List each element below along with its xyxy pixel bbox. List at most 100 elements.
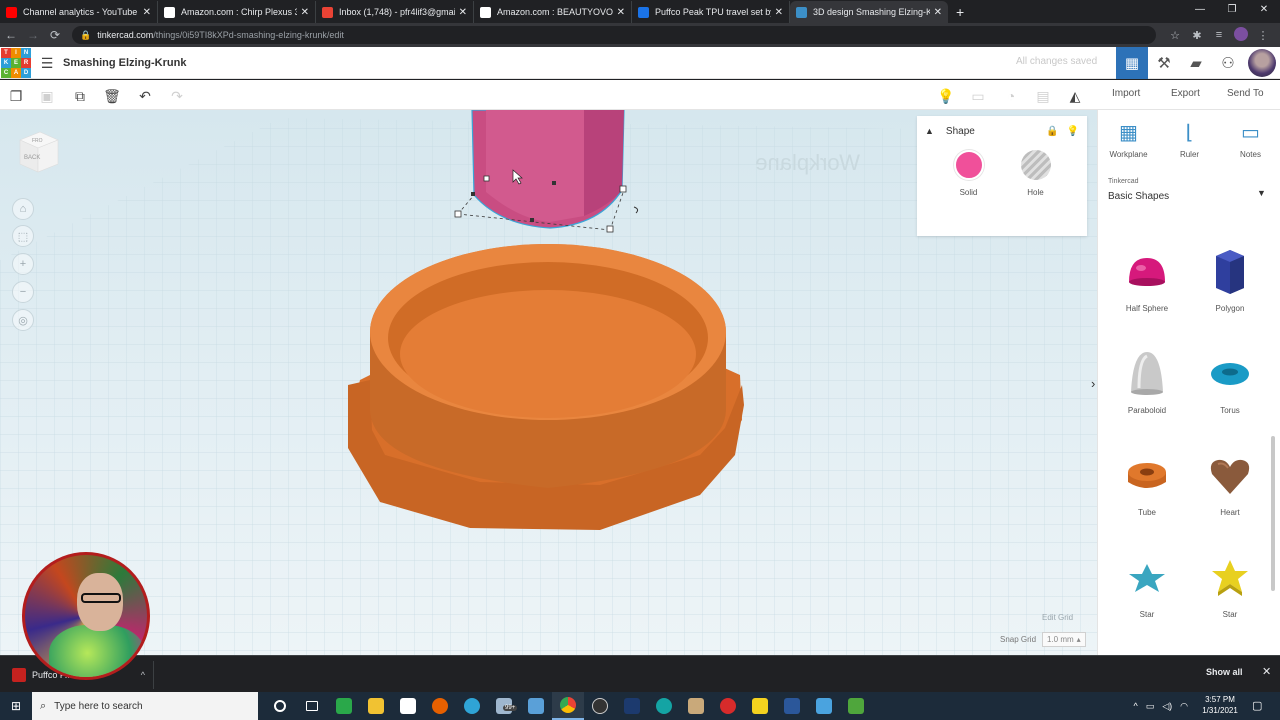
- paste-icon[interactable]: ▣: [36, 85, 58, 107]
- taskbar-search[interactable]: ⌕ Type here to search: [32, 692, 258, 720]
- media-player-icon[interactable]: [712, 692, 744, 720]
- forward-icon[interactable]: →: [22, 28, 44, 42]
- paint-icon[interactable]: [680, 692, 712, 720]
- undo-icon[interactable]: ↶: [134, 85, 156, 107]
- close-window-icon[interactable]: ✕: [1248, 0, 1280, 22]
- cricut-icon[interactable]: [648, 692, 680, 720]
- windows-start-icon[interactable]: ⊞: [0, 692, 32, 720]
- solid-color-swatch[interactable]: [953, 150, 984, 180]
- ultimaker-icon[interactable]: [840, 692, 872, 720]
- browser-tab-youtube[interactable]: Channel analytics - YouTube Stu ✕: [0, 1, 158, 23]
- edge-icon[interactable]: [456, 692, 488, 720]
- shape-star-blue[interactable]: Star: [1112, 552, 1182, 619]
- store-icon[interactable]: [392, 692, 424, 720]
- fit-view-icon[interactable]: ⬚: [12, 225, 34, 247]
- edit-grid-button[interactable]: Edit Grid: [1042, 613, 1073, 622]
- wifi-icon[interactable]: ◠: [1180, 701, 1188, 712]
- tinkercad-logo[interactable]: T I N K E R C A D: [1, 47, 31, 78]
- add-user-icon[interactable]: ⚇: [1212, 47, 1244, 79]
- duplicate-icon[interactable]: ⧉: [69, 85, 91, 107]
- redo-icon[interactable]: ↷: [166, 85, 188, 107]
- shape-tube[interactable]: Tube: [1112, 450, 1182, 517]
- zoom-in-icon[interactable]: +: [12, 253, 34, 275]
- volume-icon[interactable]: ◁): [1162, 701, 1172, 712]
- blocks-pickaxe-icon[interactable]: ⚒: [1148, 47, 1180, 79]
- reading-list-icon[interactable]: ≡: [1208, 29, 1230, 41]
- ruler-tool[interactable]: ⌊ Ruler: [1159, 120, 1220, 159]
- hole-option[interactable]: Hole: [1020, 150, 1051, 197]
- file-explorer-icon[interactable]: [360, 692, 392, 720]
- shape-heart[interactable]: Heart: [1195, 450, 1265, 517]
- word-icon[interactable]: [776, 692, 808, 720]
- address-bar[interactable]: 🔒 tinkercad.com/things/0i59TI8kXPd-smash…: [72, 26, 1156, 44]
- workplane-tool[interactable]: ▦ Workplane: [1098, 120, 1159, 159]
- obs-icon[interactable]: [584, 692, 616, 720]
- show-all-button[interactable]: Show all: [1206, 667, 1243, 677]
- cortana-icon[interactable]: [264, 692, 296, 720]
- close-tab-icon[interactable]: ✕: [459, 7, 467, 18]
- shape-polygon[interactable]: Polygon: [1195, 246, 1265, 313]
- delete-icon[interactable]: 🗑: [101, 85, 123, 107]
- collapse-panel-chevron-icon[interactable]: ›: [1091, 376, 1095, 391]
- shape-paraboloid[interactable]: Paraboloid: [1112, 348, 1182, 415]
- minimize-icon[interactable]: —: [1184, 0, 1216, 22]
- import-button[interactable]: Import: [1112, 88, 1140, 99]
- firefox-icon[interactable]: [424, 692, 456, 720]
- app-icon[interactable]: [520, 692, 552, 720]
- user-avatar[interactable]: [1248, 49, 1276, 77]
- tray-overflow-icon[interactable]: ^: [1133, 701, 1137, 711]
- visibility-bulb-icon[interactable]: 💡: [1067, 126, 1079, 137]
- new-tab-button[interactable]: +: [956, 1, 964, 23]
- collapse-caret-icon[interactable]: ▲: [925, 126, 934, 136]
- home-view-icon[interactable]: ⌂: [12, 198, 34, 220]
- browser-tab-tinkercad[interactable]: 3D design Smashing Elzing-Krun ✕: [790, 1, 948, 23]
- browser-tab-gmail[interactable]: Inbox (1,748) - pfr4lif3@gmail.c ✕: [316, 1, 474, 23]
- close-downloads-icon[interactable]: ✕: [1262, 665, 1271, 678]
- close-tab-icon[interactable]: ✕: [617, 7, 625, 18]
- lock-icon[interactable]: 🔒: [1046, 126, 1058, 137]
- 3d-view-grid-icon[interactable]: ▦: [1116, 47, 1148, 79]
- chrome-menu-icon[interactable]: ⋮: [1252, 29, 1274, 42]
- library-select[interactable]: Basic Shapes: [1108, 191, 1169, 202]
- browser-tab-puffco[interactable]: Puffco Peak TPU travel set by lov ✕: [632, 1, 790, 23]
- maximize-icon[interactable]: ❐: [1216, 0, 1248, 22]
- perspective-icon[interactable]: ◎: [12, 309, 34, 331]
- close-tab-icon[interactable]: ✕: [775, 7, 783, 18]
- notifications-icon[interactable]: ▢: [1252, 699, 1262, 712]
- shape-torus[interactable]: Torus: [1195, 348, 1265, 415]
- shape-half-sphere[interactable]: Half Sphere: [1112, 246, 1182, 313]
- close-tab-icon[interactable]: ✕: [143, 7, 151, 18]
- close-tab-icon[interactable]: ✕: [934, 7, 942, 18]
- align-icon[interactable]: ▤: [1032, 85, 1054, 107]
- taskbar-clock[interactable]: 3:57 PM 1/31/2021: [1198, 694, 1242, 716]
- profile-avatar[interactable]: [1230, 26, 1252, 44]
- browser-tab-amazon-chirp[interactable]: Amazon.com : Chirp Plexus 3 Pa ✕: [158, 1, 316, 23]
- back-icon[interactable]: ←: [0, 28, 22, 42]
- browser-tab-amazon-beautyovo[interactable]: Amazon.com : BEAUTYOVO Puz ✕: [474, 1, 632, 23]
- network-icon[interactable]: ▭: [1146, 701, 1155, 712]
- send-to-button[interactable]: Send To: [1227, 88, 1264, 99]
- design-list-icon[interactable]: ☰: [39, 55, 55, 71]
- pdf-app-icon[interactable]: [328, 692, 360, 720]
- chrome-icon[interactable]: [552, 692, 584, 720]
- export-button[interactable]: Export: [1171, 88, 1200, 99]
- close-tab-icon[interactable]: ✕: [301, 7, 309, 18]
- copy-icon[interactable]: ❐: [5, 85, 27, 107]
- shapes-scrollbar[interactable]: [1271, 436, 1275, 591]
- reload-icon[interactable]: ⟳: [44, 28, 66, 42]
- base-shape[interactable]: [348, 244, 744, 530]
- hole-swatch[interactable]: [1020, 150, 1051, 180]
- shape-star-yellow[interactable]: Star: [1195, 552, 1265, 619]
- bricks-case-icon[interactable]: ▰: [1180, 47, 1212, 79]
- photoshop-icon[interactable]: [616, 692, 648, 720]
- notes-tool[interactable]: ▭ Notes: [1220, 120, 1280, 159]
- note-icon[interactable]: ▭: [967, 85, 989, 107]
- extensions-puzzle-icon[interactable]: ✱: [1186, 29, 1208, 42]
- group-icon[interactable]: ◔: [1000, 85, 1022, 107]
- view-cube[interactable]: FRO BACK: [16, 128, 60, 176]
- snap-grid-select[interactable]: 1.0 mm ▴: [1042, 632, 1086, 647]
- lightbulb-icon[interactable]: 💡: [935, 85, 957, 107]
- bookmark-star-icon[interactable]: ☆: [1164, 29, 1186, 42]
- task-view-icon[interactable]: [296, 692, 328, 720]
- library-dropdown-icon[interactable]: ▼: [1257, 188, 1266, 198]
